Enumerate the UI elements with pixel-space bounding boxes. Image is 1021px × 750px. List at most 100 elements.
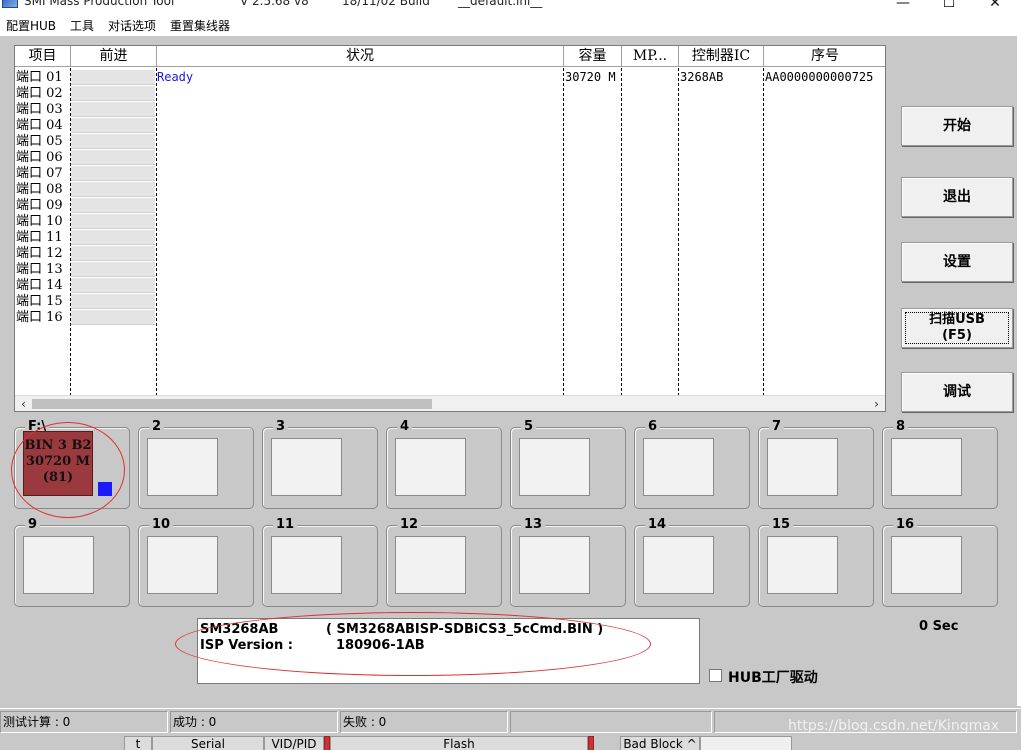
menu-bar: 配置HUB 工具 对话选项 重置集线器 <box>0 14 1021 36</box>
port-row-label[interactable]: 端口 11 <box>16 230 63 246</box>
strip-spacer <box>90 736 118 750</box>
port-box-label: 13 <box>521 518 546 532</box>
strip-column[interactable]: VID/PID <box>264 736 324 750</box>
port-box-label: 12 <box>397 518 422 532</box>
port-box-15[interactable]: 15 <box>758 518 874 607</box>
progress-cell <box>71 102 155 117</box>
scan-usb-shortcut: (F5) <box>942 328 972 343</box>
port-box-label: 7 <box>769 420 785 434</box>
port-status-tile <box>23 536 94 594</box>
strip-marker <box>588 736 594 750</box>
port-box-12[interactable]: 12 <box>386 518 502 607</box>
scan-usb-button[interactable]: 扫描USB (F5) <box>901 308 1013 348</box>
col-header-capacity[interactable]: 容量 <box>564 46 622 67</box>
port-box-10[interactable]: 10 <box>138 518 254 607</box>
hub-driver-checkbox[interactable] <box>709 669 722 682</box>
app-title: SMI Mass Production Tool <box>24 0 175 8</box>
scroll-thumb[interactable] <box>32 399 432 409</box>
port-box-label: 15 <box>769 518 794 532</box>
config-file: __default.ini__ <box>458 0 543 8</box>
port-box-4[interactable]: 4 <box>386 420 502 509</box>
port-box-6[interactable]: 6 <box>634 420 750 509</box>
scroll-right-icon[interactable]: › <box>868 396 885 411</box>
strip-column[interactable]: Bad Block ^ <box>620 736 700 750</box>
port-box-8[interactable]: 8 <box>882 420 998 509</box>
port-box-2[interactable]: 2 <box>138 420 254 509</box>
port-box-11[interactable]: 11 <box>262 518 378 607</box>
port-box-3[interactable]: 3 <box>262 420 378 509</box>
col-header-status[interactable]: 状况 <box>157 46 564 67</box>
port-status-tile <box>271 438 342 496</box>
debug-button[interactable]: 调试 <box>901 372 1013 412</box>
port-list[interactable]: 项目 前进 状况 容量 MP... 控制器IC 序号 端口 01 端口 02 端… <box>14 45 886 412</box>
minimize-button[interactable]: — <box>880 0 926 14</box>
port-box-9[interactable]: 9 <box>14 518 130 607</box>
port-row-label[interactable]: 端口 15 <box>16 294 63 310</box>
port-row-label[interactable]: 端口 10 <box>16 214 63 230</box>
port-row-label[interactable]: 端口 08 <box>16 182 63 198</box>
menu-config-hub[interactable]: 配置HUB <box>6 17 56 34</box>
port-status-tile <box>271 536 342 594</box>
port-status-tile <box>395 536 466 594</box>
col-header-progress[interactable]: 前进 <box>71 46 157 67</box>
progress-cell <box>71 310 155 325</box>
port-row-label[interactable]: 端口 07 <box>16 166 63 182</box>
column-divider <box>621 68 622 396</box>
port-row-label[interactable]: 端口 09 <box>16 198 63 214</box>
exit-button[interactable]: 退出 <box>901 177 1013 217</box>
port-box-13[interactable]: 13 <box>510 518 626 607</box>
progress-cell <box>71 86 155 101</box>
start-button[interactable]: 开始 <box>901 106 1013 146</box>
port-row-label[interactable]: 端口 02 <box>16 86 63 102</box>
port-status-tile <box>395 438 466 496</box>
menu-dialog-options[interactable]: 对话选项 <box>108 17 156 34</box>
port-row-label[interactable]: 端口 13 <box>16 262 63 278</box>
progress-cell <box>71 150 155 165</box>
port-status-tile <box>891 438 962 496</box>
strip-column[interactable]: Flash <box>330 736 588 750</box>
port-status-tile <box>519 536 590 594</box>
col-header-mp[interactable]: MP... <box>622 46 679 67</box>
menu-tools[interactable]: 工具 <box>70 17 94 34</box>
port-row-label[interactable]: 端口 06 <box>16 150 63 166</box>
port-row-label[interactable]: 端口 12 <box>16 246 63 262</box>
port-row-label[interactable]: 端口 03 <box>16 102 63 118</box>
column-divider <box>678 68 679 396</box>
col-header-controller[interactable]: 控制器IC <box>679 46 764 67</box>
close-button[interactable]: ✕ <box>972 0 1018 14</box>
port-box-5[interactable]: 5 <box>510 420 626 509</box>
watermark: https://blog.csdn.net/Kingmax <box>788 718 1000 734</box>
scan-usb-label: 扫描USB <box>929 312 985 327</box>
port-box-14[interactable]: 14 <box>634 518 750 607</box>
col-header-serial[interactable]: 序号 <box>764 46 885 67</box>
progress-cell <box>71 118 155 133</box>
port-row-label[interactable]: 端口 16 <box>16 310 63 326</box>
status-empty-1 <box>510 711 712 733</box>
progress-cell <box>71 262 155 277</box>
app-icon <box>2 0 18 8</box>
maximize-button[interactable]: ☐ <box>926 0 972 14</box>
port-row-label[interactable]: 端口 14 <box>16 278 63 294</box>
status-test-count: 测试计算 : 0 <box>0 711 168 733</box>
port-box-label: 3 <box>273 420 289 434</box>
settings-button[interactable]: 设置 <box>901 242 1013 282</box>
col-header-item[interactable]: 项目 <box>15 46 71 67</box>
status-cell: Ready <box>157 70 194 84</box>
title-bar: SMI Mass Production Tool V 2.5.68 v8 18/… <box>0 0 1021 14</box>
scroll-left-icon[interactable]: ‹ <box>15 396 32 411</box>
port-row-label[interactable]: 端口 04 <box>16 118 63 134</box>
port-box-label: 9 <box>25 518 41 532</box>
port-box-16[interactable]: 16 <box>882 518 998 607</box>
port-box-label: 6 <box>645 420 661 434</box>
horizontal-scrollbar[interactable]: ‹ › <box>15 395 885 411</box>
status-success: 成功 : 0 <box>170 711 338 733</box>
strip-column[interactable]: Serial <box>152 736 264 750</box>
port-box-7[interactable]: 7 <box>758 420 874 509</box>
build-date: 18/11/02 Build <box>342 0 430 8</box>
annotation-ellipse <box>11 422 125 518</box>
port-row-label[interactable]: 端口 05 <box>16 134 63 150</box>
progress-cell <box>71 70 155 85</box>
menu-reset-hub[interactable]: 重置集线器 <box>170 17 230 34</box>
port-row-label[interactable]: 端口 01 <box>16 70 63 86</box>
strip-column[interactable]: t <box>124 736 152 750</box>
